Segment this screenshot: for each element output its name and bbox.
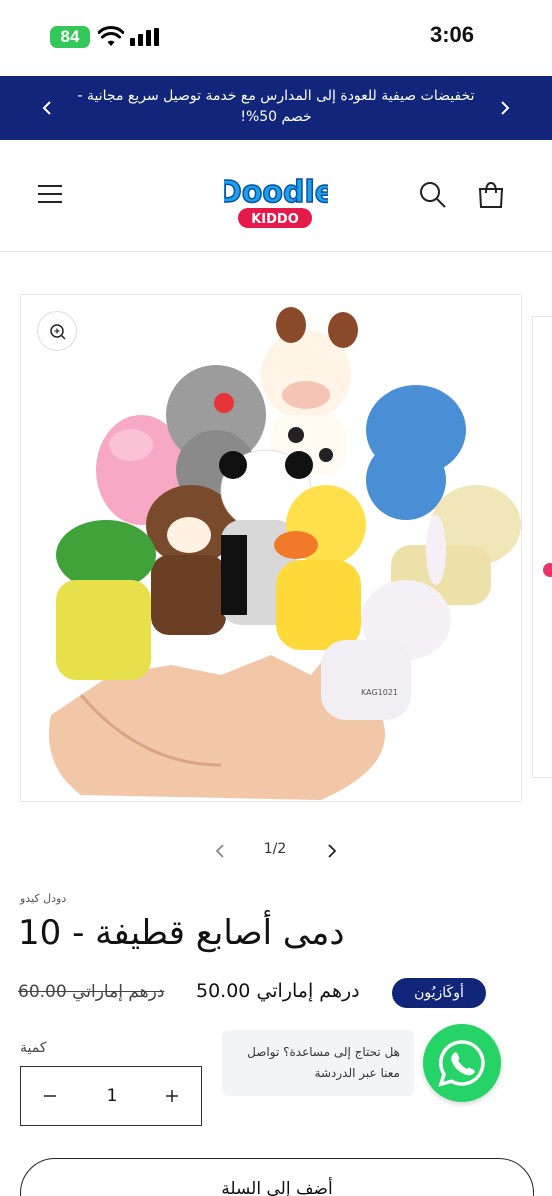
site-header: Doodle KIDDO (0, 140, 552, 252)
chevron-right-icon (501, 101, 510, 115)
sale-badge: أوكَازيُون (392, 978, 486, 1008)
logo-wordmark: Doodle (224, 175, 328, 210)
quantity-input[interactable]: 1 (87, 1081, 137, 1111)
preview-fragment (543, 563, 552, 577)
add-to-cart-button[interactable]: أضف إلى السلة (20, 1158, 534, 1196)
price-row: 60.00 درهم إماراتي 50.00 درهم إماراتي أو… (18, 976, 538, 1012)
increase-quantity-button[interactable] (157, 1081, 187, 1111)
cart-icon[interactable] (476, 180, 506, 210)
wifi-icon (98, 26, 124, 46)
announcement-prev-button[interactable] (36, 96, 60, 120)
sale-price: 50.00 درهم إماراتي (196, 980, 360, 1002)
signal-icon (130, 28, 159, 46)
product-title: دمى أصابع قطيفة - 10 (18, 913, 345, 953)
zoom-in-icon (50, 324, 66, 340)
decrease-quantity-button[interactable] (35, 1081, 65, 1111)
announcement-text: تخفيضات صيفية للعودة إلى المدارس مع خدمة… (77, 88, 475, 125)
slide-counter: 1/2 (263, 841, 287, 857)
plus-icon (166, 1090, 178, 1102)
zoom-button[interactable] (37, 311, 77, 351)
announcement-next-button[interactable] (492, 96, 516, 120)
compare-at-price: 60.00 درهم إماراتي (18, 982, 165, 1002)
gallery-slider-controls: 1/2 (200, 834, 350, 868)
search-icon[interactable] (418, 180, 448, 210)
chevron-left-icon (42, 101, 51, 115)
announcement-bar: تخفيضات صيفية للعودة إلى المدارس مع خدمة… (0, 76, 552, 140)
hamburger-menu-icon[interactable] (36, 180, 64, 208)
quantity-stepper: 1 (20, 1066, 202, 1126)
battery-indicator: 84 (50, 26, 90, 48)
logo-subtitle: KIDDO (251, 212, 299, 227)
status-bar: 84 3:06 (0, 0, 552, 76)
chevron-right-icon[interactable] (322, 840, 342, 862)
clock: 3:06 (429, 22, 474, 47)
product-image[interactable]: KAG1021 (20, 294, 522, 802)
whatsapp-chat-button[interactable] (423, 1024, 501, 1102)
chevron-left-icon[interactable] (210, 840, 230, 862)
next-image-preview[interactable] (532, 316, 552, 778)
chat-prompt-line2: معنا عبر الدردشة (314, 1066, 400, 1080)
quantity-label: كمية (20, 1040, 47, 1056)
product-vendor: دودل كيدو (20, 892, 67, 905)
finger-puppets-illustration: KAG1021 (49, 307, 521, 800)
site-logo[interactable]: Doodle KIDDO (224, 160, 328, 232)
chat-prompt-bubble[interactable]: هل تحتاج إلى مساعدة؟ تواصل معنا عبر الدر… (222, 1030, 414, 1096)
puppet-tag: KAG1021 (361, 688, 398, 697)
chat-prompt-line1: هل تحتاج إلى مساعدة؟ تواصل (247, 1045, 400, 1059)
whatsapp-icon (438, 1040, 485, 1087)
minus-icon (44, 1095, 56, 1097)
